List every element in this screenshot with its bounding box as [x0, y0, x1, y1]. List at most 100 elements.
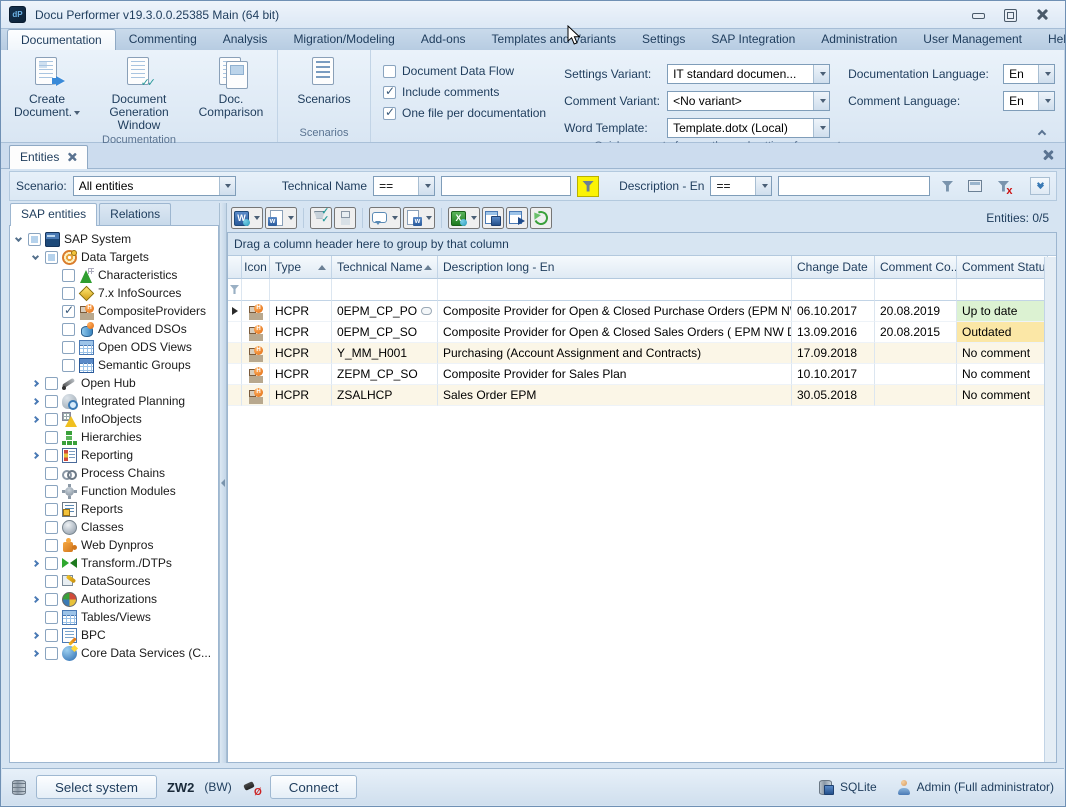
connect-button[interactable]: Connect — [270, 775, 358, 799]
documentation-language-select[interactable]: En — [1003, 64, 1055, 84]
datasources-checkbox[interactable] — [45, 575, 58, 588]
dropdown-button[interactable] — [1038, 92, 1054, 110]
data-targets-checkbox[interactable] — [45, 251, 58, 264]
ribbon-tab-user-management[interactable]: User Management — [910, 29, 1035, 50]
dropdown-button[interactable] — [1038, 65, 1054, 83]
semantic-groups-checkbox[interactable] — [62, 359, 75, 372]
check-stack-button[interactable] — [310, 207, 332, 229]
doc-comparison-button[interactable]: Doc. Comparison — [185, 54, 277, 119]
classes-checkbox[interactable] — [45, 521, 58, 534]
tree-item-data-targets[interactable]: Data Targets — [10, 248, 218, 266]
tree-item-transform-dtps[interactable]: Transform./DTPs — [10, 554, 218, 572]
filter-cell-technical-name[interactable] — [332, 279, 438, 301]
grid-row-0epm-cp-po[interactable]: HCPR0EPM_CP_POComposite Provider for Ope… — [228, 301, 1056, 322]
ribbon-tab-migration-modeling[interactable]: Migration/Modeling — [280, 29, 407, 50]
include-comments-checkbox[interactable] — [383, 86, 396, 99]
tree-item-characteristics[interactable]: Characteristics — [10, 266, 218, 284]
transform-dtps-checkbox[interactable] — [45, 557, 58, 570]
ribbon-tab-add-ons[interactable]: Add-ons — [408, 29, 479, 50]
reports-checkbox[interactable] — [45, 503, 58, 516]
scenarios-button[interactable]: Scenarios — [278, 54, 370, 106]
tables-views-checkbox[interactable] — [45, 611, 58, 624]
description-filter-input[interactable] — [778, 176, 930, 196]
tree-item-compositeproviders[interactable]: CompositeProviders — [10, 302, 218, 320]
column-header-comment-status[interactable]: Comment Status — [957, 256, 1048, 279]
ribbon-collapse-button[interactable] — [1039, 126, 1055, 138]
tree-item-function-modules[interactable]: Function Modules — [10, 482, 218, 500]
expand-arrow-icon[interactable] — [29, 561, 41, 566]
filter-cell-change-date[interactable] — [792, 279, 875, 301]
grid-row-zepm-cp-so[interactable]: HCPRZEPM_CP_SOComposite Provider for Sal… — [228, 364, 1056, 385]
tree-item-semantic-groups[interactable]: Semantic Groups — [10, 356, 218, 374]
expand-arrow-icon[interactable] — [29, 633, 41, 638]
column-header-description-long-en[interactable]: Description long - En — [438, 256, 792, 279]
word-doc-button[interactable] — [265, 207, 297, 229]
minimize-button[interactable] — [969, 8, 987, 22]
ribbon-tab-administration[interactable]: Administration — [808, 29, 910, 50]
collapse-arrow-icon[interactable] — [12, 238, 24, 241]
technical-name-operator-select[interactable]: == — [373, 176, 435, 196]
tree-item-sap-system[interactable]: SAP System — [10, 230, 218, 248]
expand-arrow-icon[interactable] — [29, 651, 41, 656]
core-data-services-c-checkbox[interactable] — [45, 647, 58, 660]
tree-item-datasources[interactable]: DataSources — [10, 572, 218, 590]
restore-button[interactable] — [1001, 8, 1019, 22]
tree-item-bpc[interactable]: BPC — [10, 626, 218, 644]
web-dynpros-checkbox[interactable] — [45, 539, 58, 552]
grid-save-button[interactable] — [482, 207, 504, 229]
column-header-comment-co[interactable]: Comment Co... — [875, 256, 957, 279]
refresh-button[interactable] — [530, 207, 552, 229]
ribbon-tab-documentation[interactable]: Documentation — [7, 29, 116, 50]
tree-item-process-chains[interactable]: Process Chains — [10, 464, 218, 482]
filter-cell-description-long-en[interactable] — [438, 279, 792, 301]
dropdown-button[interactable] — [418, 177, 434, 195]
tree-item-reports[interactable]: Reports — [10, 500, 218, 518]
comment-language-select[interactable]: En — [1003, 91, 1055, 111]
close-button[interactable] — [1033, 8, 1051, 22]
dropdown-button[interactable] — [755, 177, 771, 195]
grid-row-y-mm-h001[interactable]: HCPRY_MM_H001Purchasing (Account Assignm… — [228, 343, 1056, 364]
ribbon-tab-commenting[interactable]: Commenting — [116, 29, 210, 50]
sap-system-checkbox[interactable] — [28, 233, 41, 246]
open-hub-checkbox[interactable] — [45, 377, 58, 390]
expand-arrow-icon[interactable] — [29, 417, 41, 422]
panel-splitter[interactable] — [219, 203, 227, 763]
filter-editor-button[interactable] — [964, 176, 986, 197]
tabbar-close-icon[interactable] — [1043, 150, 1053, 160]
ribbon-tab-help[interactable]: Help — [1035, 29, 1066, 50]
dropdown-button[interactable] — [813, 92, 829, 110]
expand-filters-button[interactable] — [1030, 177, 1050, 195]
description-operator-select[interactable]: == — [710, 176, 772, 196]
tree-item-web-dynpros[interactable]: Web Dynpros — [10, 536, 218, 554]
dropdown-button[interactable] — [813, 119, 829, 137]
create-document-button[interactable]: Create Document. — [1, 54, 93, 119]
word-export-button[interactable] — [231, 207, 263, 229]
comment-variant-select[interactable]: <No variant> — [667, 91, 830, 111]
ribbon-tab-settings[interactable]: Settings — [629, 29, 698, 50]
dropdown-button[interactable] — [219, 177, 235, 195]
expand-arrow-icon[interactable] — [29, 399, 41, 404]
filter-cell-type[interactable] — [270, 279, 332, 301]
expand-arrow-icon[interactable] — [29, 453, 41, 458]
panel-tab-sap-entities[interactable]: SAP entities — [10, 203, 97, 226]
excel-export-button[interactable] — [448, 207, 480, 229]
document-data-flow-checkbox[interactable] — [383, 65, 396, 78]
tree-item-open-hub[interactable]: Open Hub — [10, 374, 218, 392]
authorizations-checkbox[interactable] — [45, 593, 58, 606]
characteristics-checkbox[interactable] — [62, 269, 75, 282]
grid-export-button[interactable] — [506, 207, 528, 229]
tree-item-authorizations[interactable]: Authorizations — [10, 590, 218, 608]
7-x-infosources-checkbox[interactable] — [62, 287, 75, 300]
infoobjects-checkbox[interactable] — [45, 413, 58, 426]
compositeproviders-checkbox[interactable] — [62, 305, 75, 318]
function-modules-checkbox[interactable] — [45, 485, 58, 498]
column-header-type[interactable]: Type — [270, 256, 332, 279]
tab-close-icon[interactable] — [68, 153, 77, 162]
tree-item-advanced-dsos[interactable]: Advanced DSOs — [10, 320, 218, 338]
technical-name-filter-input[interactable] — [441, 176, 571, 196]
collapse-arrow-icon[interactable] — [29, 256, 41, 259]
select-system-button[interactable]: Select system — [36, 775, 157, 799]
settings-variant-select[interactable]: IT standard documen... — [667, 64, 830, 84]
grid-row-0epm-cp-so[interactable]: HCPR0EPM_CP_SOComposite Provider for Ope… — [228, 322, 1056, 343]
tree-item-hierarchies[interactable]: Hierarchies — [10, 428, 218, 446]
